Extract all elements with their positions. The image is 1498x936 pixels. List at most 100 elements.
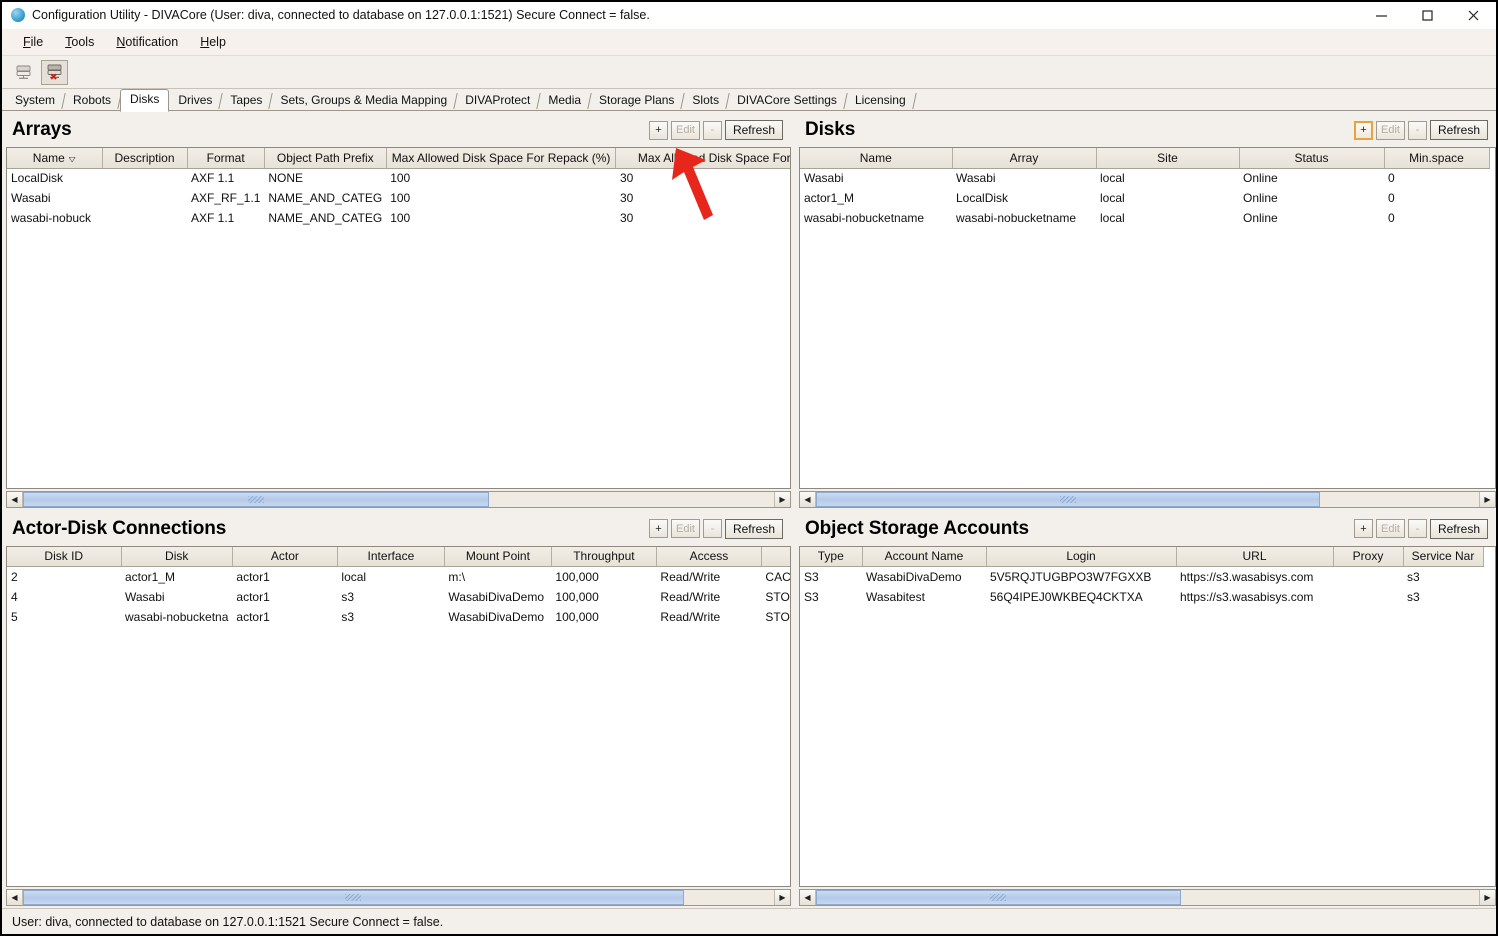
tab-licensing[interactable]: Licensing <box>846 91 917 111</box>
table-row[interactable]: actor1_M LocalDisk local Online 0 <box>800 188 1489 208</box>
arrays-col-object-path-prefix[interactable]: Object Path Prefix <box>264 148 387 169</box>
scroll-left-icon[interactable]: ◀ <box>800 491 816 507</box>
osa-cell-proxy <box>1333 567 1403 587</box>
object-storage-accounts-horizontal-scrollbar[interactable]: ◀ ▶ <box>799 889 1496 906</box>
table-row[interactable]: wasabi-nobucketname wasabi-nobucketname … <box>800 208 1489 228</box>
object-storage-accounts-refresh-button[interactable]: Refresh <box>1429 518 1488 539</box>
connect-database-icon[interactable] <box>10 60 37 85</box>
actor-disk-connections-table-container: Disk ID Disk Actor Interface Mount Point… <box>6 545 791 887</box>
actor-disk-connections-refresh-button[interactable]: Refresh <box>724 518 783 539</box>
adc-cell-extra: STO <box>765 609 790 624</box>
scroll-right-icon[interactable]: ▶ <box>1479 890 1495 905</box>
adc-col-mount-point[interactable]: Mount Point <box>444 546 552 567</box>
scroll-left-icon[interactable]: ◀ <box>800 890 816 905</box>
disks-scroll-thumb[interactable] <box>816 491 1320 507</box>
menu-help[interactable]: Help <box>189 32 237 52</box>
table-row[interactable]: wasabi-nobuck AXF 1.1 NAME_AND_CATEG 100… <box>7 208 790 228</box>
osa-scroll-thumb[interactable] <box>816 890 1181 905</box>
disks-col-status[interactable]: Status <box>1239 148 1385 169</box>
arrays-scroll-track[interactable] <box>23 491 774 507</box>
disks-panel: Disks + Edit - Refresh Name Array Site S… <box>795 111 1496 510</box>
adc-col-actor[interactable]: Actor <box>232 546 338 567</box>
disks-col-min-space[interactable]: Min.space <box>1384 148 1490 169</box>
tab-slots[interactable]: Slots <box>683 91 730 111</box>
disks-col-array[interactable]: Array <box>952 148 1097 169</box>
arrays-cell-description <box>102 168 187 188</box>
disks-col-site[interactable]: Site <box>1096 148 1240 169</box>
adc-cell-actor: actor1 <box>236 609 270 624</box>
osa-col-type[interactable]: Type <box>800 546 863 567</box>
scroll-right-icon[interactable]: ▶ <box>774 491 790 507</box>
arrays-col-max-repack[interactable]: Max Allowed Disk Space For Repack (%) <box>386 148 617 169</box>
close-icon[interactable] <box>1450 2 1496 28</box>
disks-add-button[interactable]: + <box>1354 120 1373 140</box>
table-row[interactable]: Wasabi Wasabi local Online 0 <box>800 168 1489 188</box>
adc-scroll-thumb[interactable] <box>23 890 684 905</box>
tab-storage-plans[interactable]: Storage Plans <box>590 91 686 111</box>
table-row[interactable]: Wasabi AXF_RF_1.1 NAME_AND_CATEG 100 30 <box>7 188 790 208</box>
adc-scroll-track[interactable] <box>23 890 774 905</box>
scroll-left-icon[interactable]: ◀ <box>7 491 23 507</box>
tab-robots[interactable]: Robots <box>64 91 122 111</box>
table-row[interactable]: LocalDisk AXF 1.1 NONE 100 30 <box>7 168 790 188</box>
adc-col-interface[interactable]: Interface <box>337 546 445 567</box>
table-row[interactable]: 5 wasabi-nobucketna actor1 s3 WasabiDiva… <box>7 607 790 627</box>
scroll-right-icon[interactable]: ▶ <box>1479 491 1495 507</box>
actor-disk-connections-button-group: + Edit - Refresh <box>649 518 791 539</box>
disks-col-name[interactable]: Name <box>800 148 953 169</box>
tab-licensing-label: Licensing <box>854 93 906 107</box>
minimize-icon[interactable] <box>1358 2 1404 28</box>
disks-horizontal-scrollbar[interactable]: ◀ ▶ <box>799 490 1496 508</box>
scroll-left-icon[interactable]: ◀ <box>7 890 23 905</box>
tab-media-label: Media <box>548 93 582 107</box>
disks-cell-min-space: 0 <box>1388 211 1395 225</box>
adc-col-extra[interactable] <box>761 546 790 567</box>
tab-divacore-settings[interactable]: DIVACore Settings <box>728 91 848 111</box>
menu-tools[interactable]: Tools <box>54 32 105 52</box>
osa-col-login[interactable]: Login <box>986 546 1177 567</box>
table-row[interactable]: S3 Wasabitest 56Q4IPEJ0WKBEQ4CKTXA https… <box>800 587 1483 607</box>
tab-disks-label: Disks <box>130 92 160 106</box>
arrays-col-description[interactable]: Description <box>102 148 188 169</box>
table-row[interactable]: 2 actor1_M actor1 local m:\ 100,000 Read… <box>7 567 790 587</box>
disks-button-group: + Edit - Refresh <box>1354 120 1496 140</box>
tab-media[interactable]: Media <box>539 91 592 111</box>
disconnect-database-icon[interactable] <box>41 59 68 85</box>
osa-col-account-name[interactable]: Account Name <box>862 546 987 567</box>
adc-col-throughput[interactable]: Throughput <box>551 546 657 567</box>
osa-col-url[interactable]: URL <box>1176 546 1334 567</box>
adc-col-access[interactable]: Access <box>656 546 762 567</box>
disks-cell-name: wasabi-nobucketname <box>804 211 925 225</box>
arrays-col-format[interactable]: Format <box>187 148 265 169</box>
menu-file[interactable]: File <box>12 32 54 52</box>
disks-scroll-track[interactable] <box>816 491 1479 507</box>
arrays-scroll-thumb[interactable] <box>23 491 489 507</box>
osa-col-service-name[interactable]: Service Nar <box>1403 546 1484 567</box>
tab-tapes[interactable]: Tapes <box>221 91 274 111</box>
tab-sets-groups-media-mapping[interactable]: Sets, Groups & Media Mapping <box>271 91 458 111</box>
arrays-horizontal-scrollbar[interactable]: ◀ ▶ <box>6 490 791 508</box>
arrays-col-name[interactable]: Name ▽ <box>7 148 103 169</box>
arrays-refresh-button[interactable]: Refresh <box>724 120 783 140</box>
arrays-col-max-migrate[interactable]: Max Allowed Disk Space For Migra <box>615 148 790 169</box>
actor-disk-connections-add-button[interactable]: + <box>649 519 668 538</box>
arrays-add-button[interactable]: + <box>649 120 668 140</box>
scroll-right-icon[interactable]: ▶ <box>774 890 790 905</box>
osa-scroll-track[interactable] <box>816 890 1479 905</box>
table-row[interactable]: 4 Wasabi actor1 s3 WasabiDivaDemo 100,00… <box>7 587 790 607</box>
tab-sets-groups-label: Sets, Groups & Media Mapping <box>280 93 448 107</box>
tab-system[interactable]: System <box>6 91 66 111</box>
adc-col-disk-id[interactable]: Disk ID <box>7 546 122 567</box>
maximize-icon[interactable] <box>1404 2 1450 28</box>
disks-refresh-button[interactable]: Refresh <box>1429 120 1488 140</box>
menu-notification[interactable]: Notification <box>105 32 189 52</box>
tab-drives[interactable]: Drives <box>169 91 224 111</box>
table-row[interactable]: S3 WasabiDivaDemo 5V5RQJTUGBPO3W7FGXXB h… <box>800 567 1483 587</box>
scroll-grip-icon <box>990 894 1007 901</box>
adc-col-disk[interactable]: Disk <box>121 546 233 567</box>
tab-divaprotect[interactable]: DIVAProtect <box>456 91 542 111</box>
object-storage-accounts-add-button[interactable]: + <box>1354 519 1373 538</box>
actor-disk-connections-horizontal-scrollbar[interactable]: ◀ ▶ <box>6 889 791 906</box>
tab-disks[interactable]: Disks <box>120 89 170 112</box>
osa-col-proxy[interactable]: Proxy <box>1333 546 1404 567</box>
